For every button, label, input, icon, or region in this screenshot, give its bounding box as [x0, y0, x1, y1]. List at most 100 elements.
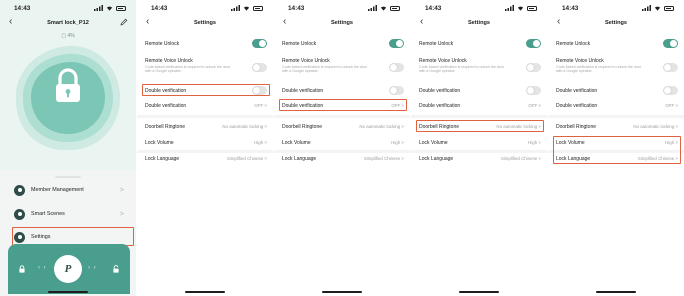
row-label: Remote Voice Unlock	[145, 58, 193, 64]
home-indicator	[459, 291, 499, 293]
home-indicator	[48, 291, 88, 293]
row-label: Remote Voice Unlock	[556, 58, 604, 64]
sheet-handle[interactable]	[55, 176, 81, 178]
menu-item-smart-scenes[interactable]: Smart Scenes >	[14, 206, 136, 222]
row-value: No automatic locking >	[359, 124, 404, 129]
lock-battery-level: ▢ 4%	[61, 33, 75, 39]
signal-icon	[94, 5, 103, 11]
section-divider	[137, 115, 273, 118]
row-value: OFF >	[254, 103, 267, 108]
section-divider	[137, 150, 273, 153]
status-bar: 14:43	[411, 0, 547, 16]
chevron-right-icon: >	[119, 210, 124, 218]
double-verification-toggle[interactable]	[252, 86, 267, 95]
page-title: Smart lock_P12	[47, 20, 89, 26]
remote-voice-unlock-toggle[interactable]	[663, 63, 678, 72]
nav-bar: ‹ Settings	[411, 16, 547, 30]
row-value: Simplified Chinese >	[500, 156, 541, 161]
battery-icon	[527, 5, 537, 11]
section-divider	[411, 115, 547, 118]
battery-icon	[664, 5, 674, 11]
row-value: OFF >	[665, 103, 678, 108]
menu-item-label: Settings	[31, 234, 51, 240]
menu-item-label: Smart Scenes	[31, 211, 65, 217]
row-label: Remote Unlock	[419, 41, 454, 47]
row-description: Code-based verification is required to u…	[419, 65, 505, 74]
remote-voice-unlock-toggle[interactable]	[526, 63, 541, 72]
lock-icon[interactable]	[46, 65, 90, 109]
section-divider	[411, 150, 547, 153]
page-title: Settings	[467, 20, 491, 26]
row-value: No automatic locking >	[496, 124, 541, 129]
row-label: Double verification	[282, 88, 324, 94]
row-value: OFF >	[528, 103, 541, 108]
row-label: Lock Language	[419, 156, 454, 162]
row-label: Doorbell Ringtone	[419, 124, 460, 130]
menu-item-member-management[interactable]: Member Management >	[14, 182, 136, 198]
remote-unlock-toggle[interactable]	[389, 39, 404, 48]
wifi-icon	[106, 6, 113, 11]
row-label: Remote Voice Unlock	[282, 58, 330, 64]
row-label: Double verification	[419, 88, 461, 94]
remote-voice-unlock-toggle[interactable]	[389, 63, 404, 72]
edit-icon[interactable]	[120, 18, 128, 26]
status-bar: 14:43	[137, 0, 273, 16]
wifi-icon	[243, 6, 250, 11]
unlock-slider[interactable]: ‹ ‹ P › ›	[8, 244, 130, 294]
nav-bar: ‹ Settings	[274, 16, 410, 30]
battery-icon	[390, 5, 400, 11]
section-divider	[548, 115, 684, 118]
wifi-icon	[380, 6, 387, 11]
row-description: Code-based verification is required to u…	[145, 65, 231, 74]
arrow-left-icon: ‹ ‹	[38, 265, 47, 271]
lock-open-icon	[113, 265, 119, 273]
remote-unlock-toggle[interactable]	[526, 39, 541, 48]
row-value: Simplified Chinese >	[363, 156, 404, 161]
row-label: Lock Language	[556, 156, 591, 162]
section-divider	[548, 150, 684, 153]
double-verification-toggle[interactable]	[526, 86, 541, 95]
back-icon[interactable]: ‹	[557, 16, 560, 28]
home-indicator	[596, 291, 636, 293]
lock-home-screen: 14:43 ‹ Smart lock_P12 ▢ 4% Member Manag…	[0, 0, 136, 296]
signal-icon	[505, 5, 514, 11]
remote-unlock-toggle[interactable]	[252, 39, 267, 48]
row-label: Double verification	[282, 103, 324, 109]
status-time: 14:43	[288, 4, 305, 12]
back-icon[interactable]: ‹	[146, 16, 149, 28]
back-icon[interactable]: ‹	[283, 16, 286, 28]
row-label: Lock Language	[145, 156, 180, 162]
unlock-button[interactable]: P	[54, 255, 82, 283]
settings-screen-2: 14:43 ‹ Settings Remote Unlock Remote Vo…	[274, 0, 410, 296]
back-icon[interactable]: ‹	[420, 16, 423, 28]
row-label: Double verification	[419, 103, 461, 109]
settings-screen-1: 14:43 ‹ Settings Remote Unlock Remote Vo…	[137, 0, 273, 296]
row-label: Doorbell Ringtone	[282, 124, 323, 130]
status-bar: 14:43	[0, 0, 136, 16]
menu-item-settings[interactable]: Settings	[14, 229, 136, 245]
section-divider	[274, 150, 410, 153]
signal-icon	[642, 5, 651, 11]
double-verification-toggle[interactable]	[663, 86, 678, 95]
settings-screen-3: 14:43 ‹ Settings Remote Unlock Remote Vo…	[411, 0, 547, 296]
row-value: High >	[528, 140, 541, 145]
row-value: High >	[391, 140, 404, 145]
lock-closed-icon	[19, 265, 25, 273]
remote-voice-unlock-toggle[interactable]	[252, 63, 267, 72]
remote-unlock-toggle[interactable]	[663, 39, 678, 48]
row-value: Simplified Chinese >	[637, 156, 678, 161]
row-description: Code-based verification is required to u…	[282, 65, 368, 74]
battery-icon	[253, 5, 263, 11]
signal-icon	[231, 5, 240, 11]
signal-icon	[368, 5, 377, 11]
settings-icon	[14, 231, 25, 243]
row-value: High >	[254, 140, 267, 145]
row-label: Lock Volume	[419, 140, 448, 146]
page-title: Settings	[193, 20, 217, 26]
row-label: Doorbell Ringtone	[145, 124, 186, 130]
row-label: Double verification	[556, 103, 598, 109]
back-icon[interactable]: ‹	[9, 16, 12, 28]
row-label: Lock Volume	[282, 140, 311, 146]
status-bar: 14:43	[274, 0, 410, 16]
double-verification-toggle[interactable]	[389, 86, 404, 95]
